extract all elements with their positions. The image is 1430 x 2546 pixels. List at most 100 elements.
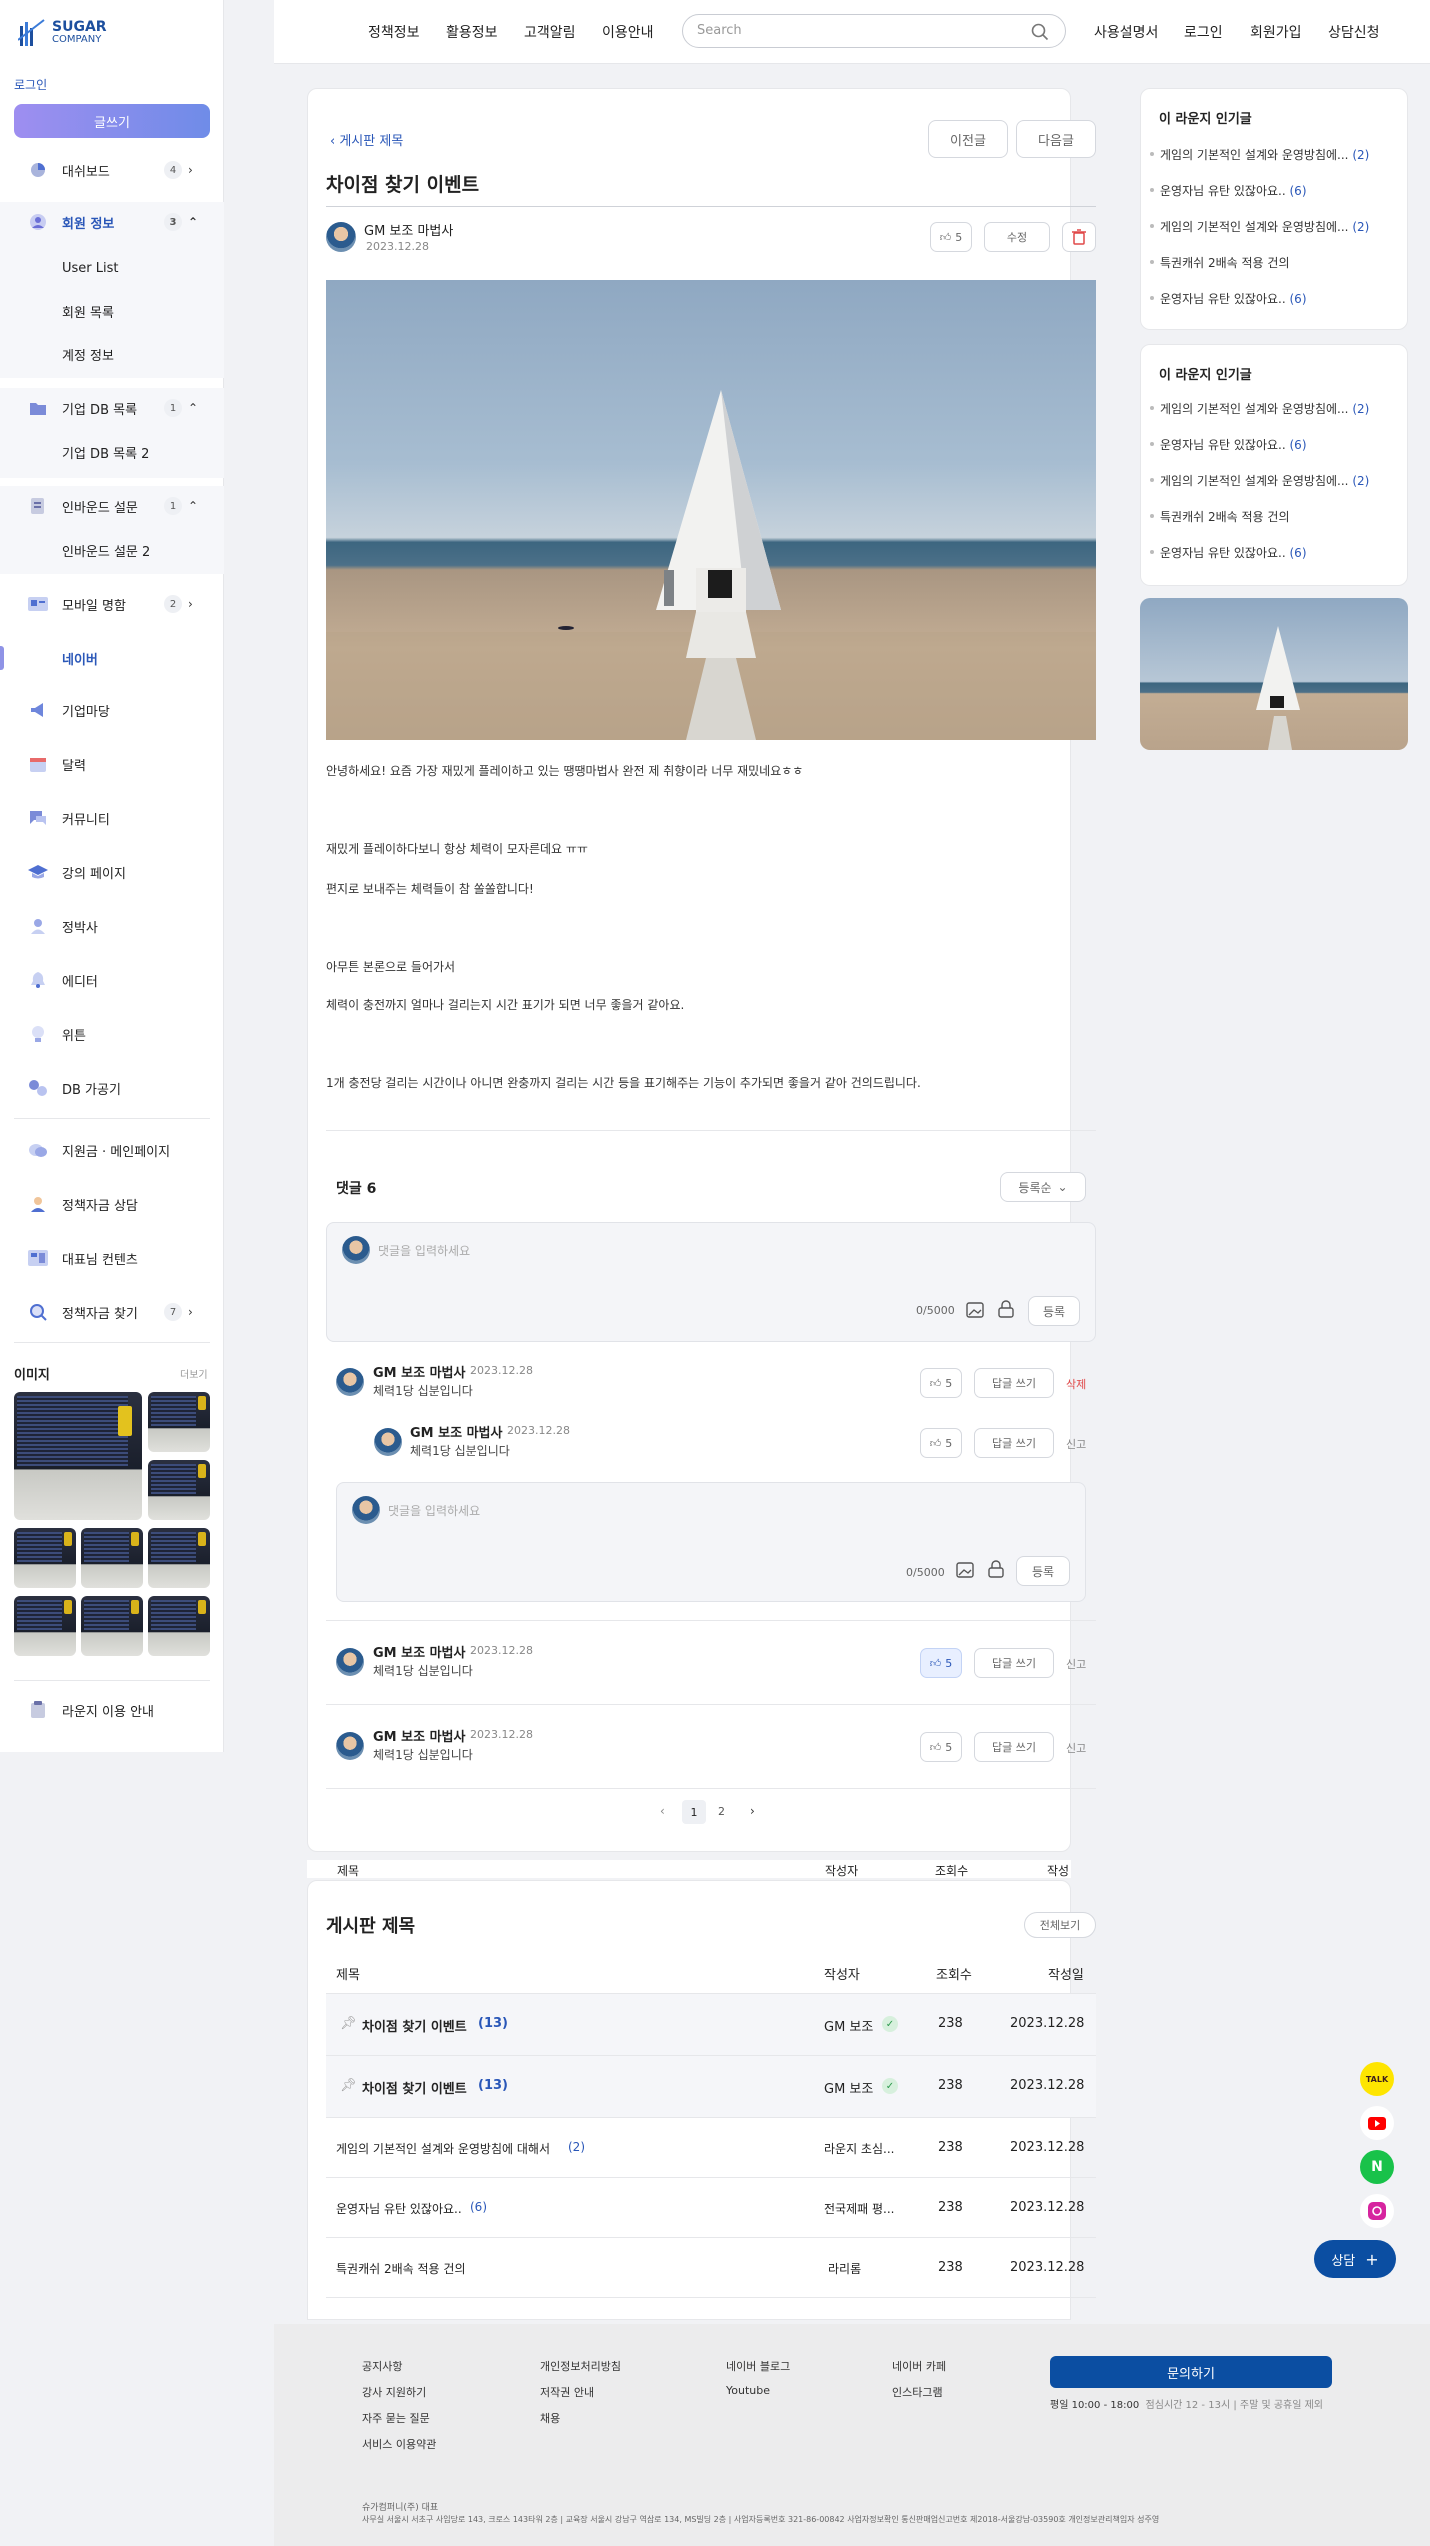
reply-submit-button[interactable]: 등록 — [1016, 1556, 1070, 1586]
reply-button[interactable]: 답글 쓰기 — [974, 1732, 1054, 1762]
sidebar-item-mobile-card[interactable]: 모바일 명함 2 › — [0, 584, 224, 624]
image-upload-icon[interactable] — [966, 1302, 984, 1318]
reply-input[interactable]: 댓글을 입력하세요 — [388, 1502, 480, 1519]
consult-floating-button[interactable]: 상담 + — [1314, 2240, 1396, 2278]
footer-link[interactable]: Youtube — [726, 2384, 770, 2397]
delete-post-button[interactable] — [1062, 222, 1096, 252]
report-link[interactable]: 신고 — [1066, 1656, 1086, 1672]
delete-comment-link[interactable]: 삭제 — [1066, 1376, 1086, 1392]
sidebar-login-link[interactable]: 로그인 — [14, 76, 47, 93]
footer-link[interactable]: 채용 — [540, 2410, 560, 2426]
comment-like-button[interactable]: 👍︎ 5 — [920, 1428, 962, 1458]
sidebar-subitem-account-info[interactable]: 계정 정보 — [0, 334, 224, 374]
sidebar-item-jungbaksa[interactable]: 정박사 — [0, 906, 224, 946]
footer-link[interactable]: 공지사항 — [362, 2358, 402, 2374]
topnav-signup[interactable]: 회원가입 — [1250, 22, 1302, 42]
prev-post-button[interactable]: 이전글 — [928, 120, 1008, 158]
sidebar-item-editor[interactable]: 에디터 — [0, 960, 224, 1000]
comment-like-button[interactable]: 👍︎ 5 — [920, 1732, 962, 1762]
popular-item[interactable]: 게임의 기본적인 설계와 운영방침에... (2) — [1149, 400, 1369, 417]
search-icon[interactable] — [1031, 23, 1049, 41]
sidebar-item-members[interactable]: 회원 정보 3 ⌃ — [0, 202, 224, 242]
gallery-image[interactable] — [14, 1596, 76, 1656]
table-row-pinned[interactable]: 📌︎ 차이점 찾기 이벤트 (13) GM 보조 ✓ 238 2023.12.2… — [326, 1994, 1096, 2056]
gallery-image[interactable] — [14, 1392, 142, 1520]
contact-button[interactable]: 문의하기 — [1050, 2356, 1332, 2388]
comment-like-button[interactable]: 👍︎ 5 — [920, 1368, 962, 1398]
search-input[interactable]: Search — [697, 23, 742, 38]
sidebar-item-lounge-guide[interactable]: 라운지 이용 안내 — [0, 1690, 224, 1730]
topnav-item-usage[interactable]: 활용정보 — [446, 22, 498, 42]
sidebar-item-subsidy-main[interactable]: 지원금 · 메인페이지 — [0, 1130, 224, 1170]
popular-item[interactable]: 특권캐쉬 2배속 적용 건의 — [1149, 508, 1289, 525]
table-row[interactable]: 특권캐쉬 2배속 적용 건의 라리롬 238 2023.12.28 — [326, 2238, 1096, 2298]
sidebar-item-naver[interactable]: 네이버 — [0, 638, 224, 678]
view-all-button[interactable]: 전체보기 — [1024, 1912, 1096, 1938]
reply-button[interactable]: 답글 쓰기 — [974, 1368, 1054, 1398]
footer-link[interactable]: 인스타그램 — [892, 2384, 943, 2400]
commenter-avatar[interactable] — [336, 1732, 364, 1760]
commenter-avatar[interactable] — [374, 1428, 402, 1456]
footer-link[interactable]: 강사 지원하기 — [362, 2384, 426, 2400]
report-link[interactable]: 신고 — [1066, 1436, 1086, 1452]
popular-item[interactable]: 특권캐쉬 2배속 적용 건의 — [1149, 254, 1289, 271]
image-upload-icon[interactable] — [956, 1562, 974, 1578]
commenter-avatar[interactable] — [336, 1648, 364, 1676]
footer-link[interactable]: 네이버 카페 — [892, 2358, 946, 2374]
footer-link[interactable]: 네이버 블로그 — [726, 2358, 790, 2374]
sidebar-item-community[interactable]: 커뮤니티 — [0, 798, 224, 838]
sidebar-subitem-company-db-2[interactable]: 기업 DB 목록 2 — [0, 432, 224, 472]
write-button[interactable]: 글쓰기 — [14, 104, 210, 138]
sidebar-item-ceo-content[interactable]: 대표님 컨텐츠 — [0, 1238, 224, 1278]
side-banner-image[interactable] — [1140, 598, 1408, 750]
footer-link[interactable]: 개인정보처리방침 — [540, 2358, 621, 2374]
sidebar-item-dashboard[interactable]: 대쉬보드 4 › — [0, 150, 224, 190]
gallery-image[interactable] — [81, 1528, 143, 1588]
gallery-image[interactable] — [148, 1460, 210, 1520]
post-like-button[interactable]: 👍︎ 5 — [930, 222, 972, 252]
lock-icon[interactable] — [988, 1560, 1004, 1578]
naver-button[interactable]: N — [1360, 2150, 1394, 2184]
sidebar-subitem-inbound-survey-2[interactable]: 인바운드 설문 2 — [0, 530, 224, 570]
next-page-icon[interactable]: › — [750, 1804, 755, 1818]
popular-item[interactable]: 운영자님 유탄 있잖아요.. (6) — [1150, 544, 1307, 561]
sidebar-item-lecture[interactable]: 강의 페이지 — [0, 852, 224, 892]
sidebar-item-db-processor[interactable]: DB 가공기 — [0, 1068, 224, 1108]
instagram-button[interactable] — [1360, 2194, 1394, 2228]
popular-item[interactable]: 게임의 기본적인 설계와 운영방침에... (2) — [1149, 146, 1369, 163]
table-row-pinned[interactable]: 📌︎ 차이점 찾기 이벤트 (13) GM 보조 ✓ 238 2023.12.2… — [326, 2056, 1096, 2118]
topnav-login[interactable]: 로그인 — [1184, 22, 1223, 42]
sidebar-item-company-db[interactable]: 기업 DB 목록 1 ⌃ — [0, 388, 224, 428]
topnav-item-guide[interactable]: 이용안내 — [602, 22, 654, 42]
edit-button[interactable]: 수정 — [984, 222, 1050, 252]
comment-like-button-active[interactable]: 👍︎ 5 — [920, 1648, 962, 1678]
sidebar-subitem-member-list[interactable]: 회원 목록 — [0, 291, 224, 331]
gallery-image[interactable] — [148, 1392, 210, 1452]
gallery-image[interactable] — [148, 1596, 210, 1656]
footer-link[interactable]: 저작권 안내 — [540, 2384, 594, 2400]
popular-item[interactable]: 운영자님 유탄 있잖아요.. (6) — [1150, 436, 1307, 453]
sidebar-item-fund-consult[interactable]: 정책자금 상담 — [0, 1184, 224, 1224]
table-row[interactable]: 운영자님 유탄 있잖아요.. (6) 전국제패 평... 238 2023.12… — [326, 2178, 1096, 2238]
popular-item[interactable]: 게임의 기본적인 설계와 운영방침에... (2) — [1149, 472, 1369, 489]
sidebar-item-fund-search[interactable]: 정책자금 찾기 7 › — [0, 1292, 224, 1332]
report-link[interactable]: 신고 — [1066, 1740, 1086, 1756]
reply-button[interactable]: 답글 쓰기 — [974, 1428, 1054, 1458]
topnav-consult[interactable]: 상담신청 — [1328, 22, 1380, 42]
popular-item[interactable]: 게임의 기본적인 설계와 운영방침에... (2) — [1149, 218, 1369, 235]
page-button-active[interactable]: 1 — [682, 1800, 706, 1824]
topnav-item-policy[interactable]: 정책정보 — [368, 22, 420, 42]
sidebar-item-witten[interactable]: 위튼 — [0, 1014, 224, 1054]
gallery-image[interactable] — [148, 1528, 210, 1588]
reply-button[interactable]: 답글 쓰기 — [974, 1648, 1054, 1678]
comment-input[interactable]: 댓글을 입력하세요 — [378, 1242, 470, 1259]
search-bar[interactable]: Search — [682, 14, 1066, 48]
popular-item[interactable]: 운영자님 유탄 있잖아요.. (6) — [1150, 182, 1307, 199]
sidebar-item-calendar[interactable]: 달력 — [0, 744, 224, 784]
images-more-link[interactable]: 더보기 — [180, 1366, 208, 1381]
lock-icon[interactable] — [998, 1300, 1014, 1318]
sidebar-subitem-user-list[interactable]: User List — [0, 248, 224, 288]
page-button[interactable]: 2 — [718, 1805, 725, 1818]
kakao-talk-button[interactable]: TALK — [1360, 2062, 1394, 2096]
youtube-button[interactable] — [1360, 2106, 1394, 2140]
